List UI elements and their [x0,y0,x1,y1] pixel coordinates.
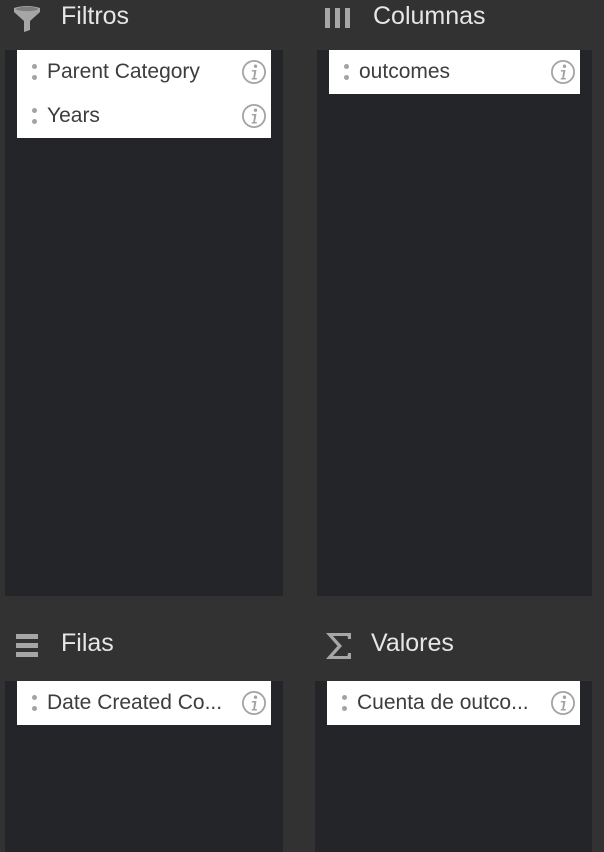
columns-icon [325,8,353,28]
values-title: Valores [371,629,454,657]
drag-handle-icon[interactable] [31,695,37,711]
rows-header: Filas [0,627,300,663]
drag-handle-icon[interactable] [31,64,37,80]
field-label: Years [47,104,100,127]
rows-title: Filas [61,629,114,657]
row-field-date-created[interactable]: Date Created Co... [17,681,271,725]
info-icon[interactable] [241,690,267,716]
field-label: Parent Category [47,60,200,83]
columns-title: Columnas [373,2,486,30]
value-field-cuenta-de-outcomes[interactable]: Cuenta de outco... [327,681,580,725]
info-icon[interactable] [550,690,576,716]
filters-title: Filtros [61,2,130,30]
column-field-outcomes[interactable]: outcomes [329,50,580,94]
sigma-icon [324,631,354,661]
filter-icon [12,4,42,34]
values-header: Valores [304,627,604,663]
columns-drop-zone[interactable] [317,50,592,596]
field-label: Date Created Co... [47,691,223,714]
filters-header: Filtros [0,0,300,36]
columns-header: Columnas [304,0,604,36]
info-icon[interactable] [550,59,576,85]
filter-field-parent-category[interactable]: Parent Category [17,50,271,94]
field-label: outcomes [359,60,451,83]
info-icon[interactable] [241,103,267,129]
drag-handle-icon[interactable] [31,108,37,124]
drag-handle-icon[interactable] [343,64,349,80]
drag-handle-icon[interactable] [341,695,347,711]
info-icon[interactable] [241,59,267,85]
filter-field-years[interactable]: Years [17,94,271,138]
field-label: Cuenta de outco... [357,691,529,714]
rows-icon [16,634,40,658]
